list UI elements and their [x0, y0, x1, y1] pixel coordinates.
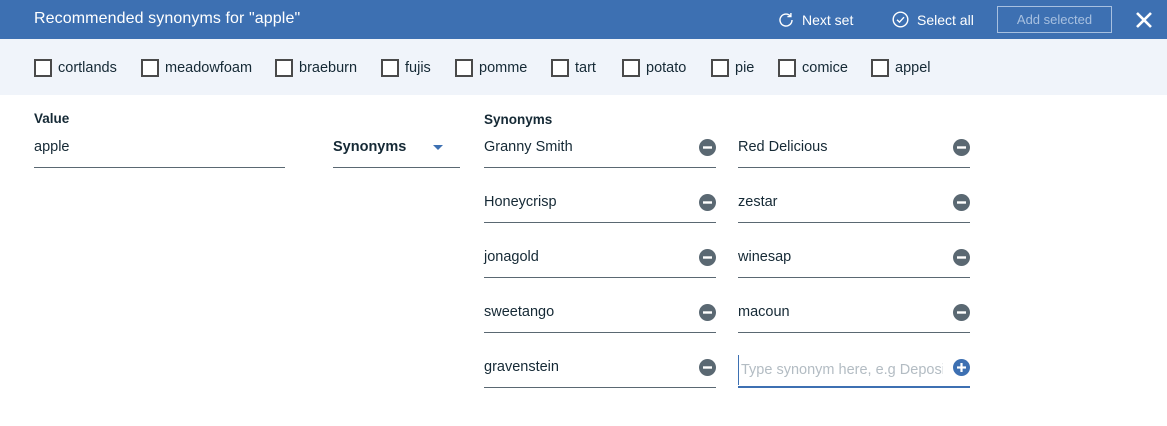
checkbox-box[interactable]	[622, 58, 640, 77]
checkbox-box[interactable]	[711, 58, 729, 77]
recommendation-label: potato	[646, 59, 687, 76]
synonym-text: Honeycrisp	[484, 194, 557, 210]
recommendation-label: braeburn	[299, 59, 358, 76]
synonym-text: Red Delicious	[738, 139, 828, 155]
checkbox-box[interactable]	[141, 58, 159, 77]
refresh-icon	[779, 12, 793, 27]
minus-circle-icon[interactable]	[699, 194, 716, 211]
synonym-text: zestar	[738, 194, 778, 210]
synonym-field[interactable]: sweetango	[484, 300, 716, 333]
minus-circle-icon[interactable]	[699, 304, 716, 321]
recommendation-checkbox[interactable]: fujis	[381, 58, 431, 77]
select-all-label: Select all	[917, 11, 974, 28]
checkbox-box[interactable]	[34, 58, 52, 77]
checkbox-box[interactable]	[778, 58, 796, 77]
recommendation-checkbox[interactable]: comice	[778, 58, 848, 77]
recommendation-checkbox[interactable]: braeburn	[275, 58, 357, 77]
recommendation-label: appel	[895, 59, 931, 76]
checkbox-box[interactable]	[275, 58, 293, 77]
synonym-text: macoun	[738, 304, 790, 320]
next-set-label: Next set	[802, 11, 854, 28]
synonym-field[interactable]: winesap	[738, 245, 970, 278]
plus-circle-icon[interactable]	[953, 359, 970, 376]
recommendation-label: fujis	[405, 59, 431, 76]
check-circle-icon	[892, 11, 909, 28]
minus-circle-icon[interactable]	[699, 249, 716, 266]
recommendation-label: cortlands	[58, 59, 117, 76]
minus-circle-icon[interactable]	[953, 194, 970, 211]
recommendation-label: pomme	[479, 59, 528, 76]
next-set-button[interactable]: Next set	[778, 0, 853, 39]
synonym-field[interactable]: Red Delicious	[738, 135, 970, 168]
caret-down-icon	[433, 145, 443, 150]
type-dropdown[interactable]: Synonyms	[333, 135, 460, 168]
select-all-button[interactable]: Select all	[892, 0, 974, 39]
add-selected-button[interactable]: Add selected	[997, 6, 1112, 33]
minus-circle-icon[interactable]	[699, 139, 716, 156]
recommendation-label: meadowfoam	[165, 59, 253, 76]
recommendation-checkbox[interactable]: potato	[622, 58, 686, 77]
minus-circle-icon[interactable]	[953, 304, 970, 321]
recommendation-checkbox[interactable]: meadowfoam	[141, 58, 252, 77]
synonym-text: Granny Smith	[484, 139, 573, 155]
new-synonym-row	[738, 355, 970, 388]
recommendation-checkbox[interactable]: pomme	[455, 58, 527, 77]
checkbox-box[interactable]	[381, 58, 399, 77]
synonym-field[interactable]: Honeycrisp	[484, 190, 716, 223]
close-icon[interactable]	[1134, 10, 1154, 30]
synonym-field[interactable]: jonagold	[484, 245, 716, 278]
checkbox-box[interactable]	[455, 58, 473, 77]
synonym-text: sweetango	[484, 304, 555, 320]
recommendation-checkbox[interactable]: pie	[711, 58, 754, 77]
recommendation-label: tart	[575, 59, 596, 76]
recommendation-checkbox[interactable]: appel	[871, 58, 930, 77]
recommendation-label: comice	[802, 59, 848, 76]
synonym-text: jonagold	[484, 249, 539, 265]
minus-circle-icon[interactable]	[953, 139, 970, 156]
value-label: Value	[34, 111, 70, 126]
recommendation-checkbox[interactable]: cortlands	[34, 58, 117, 77]
synonym-field[interactable]: macoun	[738, 300, 970, 333]
type-dropdown-value: Synonyms	[333, 139, 407, 155]
modal-title: Recommended synonyms for "apple"	[34, 10, 301, 27]
recommendation-checkbox[interactable]: tart	[551, 58, 596, 77]
new-synonym-input[interactable]	[738, 355, 943, 385]
value-input[interactable]: apple	[34, 135, 285, 168]
minus-circle-icon[interactable]	[953, 249, 970, 266]
synonyms-label: Synonyms	[484, 112, 553, 127]
synonym-field[interactable]: Granny Smith	[484, 135, 716, 168]
checkbox-box[interactable]	[871, 58, 889, 77]
recommendation-strip: cortlands meadowfoam braeburn fujis pomm…	[0, 39, 1167, 95]
recommendation-label: pie	[735, 59, 755, 76]
synonym-text: winesap	[738, 249, 792, 265]
modal-header: Recommended synonyms for "apple" Next se…	[0, 0, 1167, 39]
minus-circle-icon[interactable]	[699, 359, 716, 376]
synonym-text: gravenstein	[484, 359, 559, 375]
synonym-field[interactable]: gravenstein	[484, 355, 716, 388]
checkbox-box[interactable]	[551, 58, 569, 77]
synonym-field[interactable]: zestar	[738, 190, 970, 223]
